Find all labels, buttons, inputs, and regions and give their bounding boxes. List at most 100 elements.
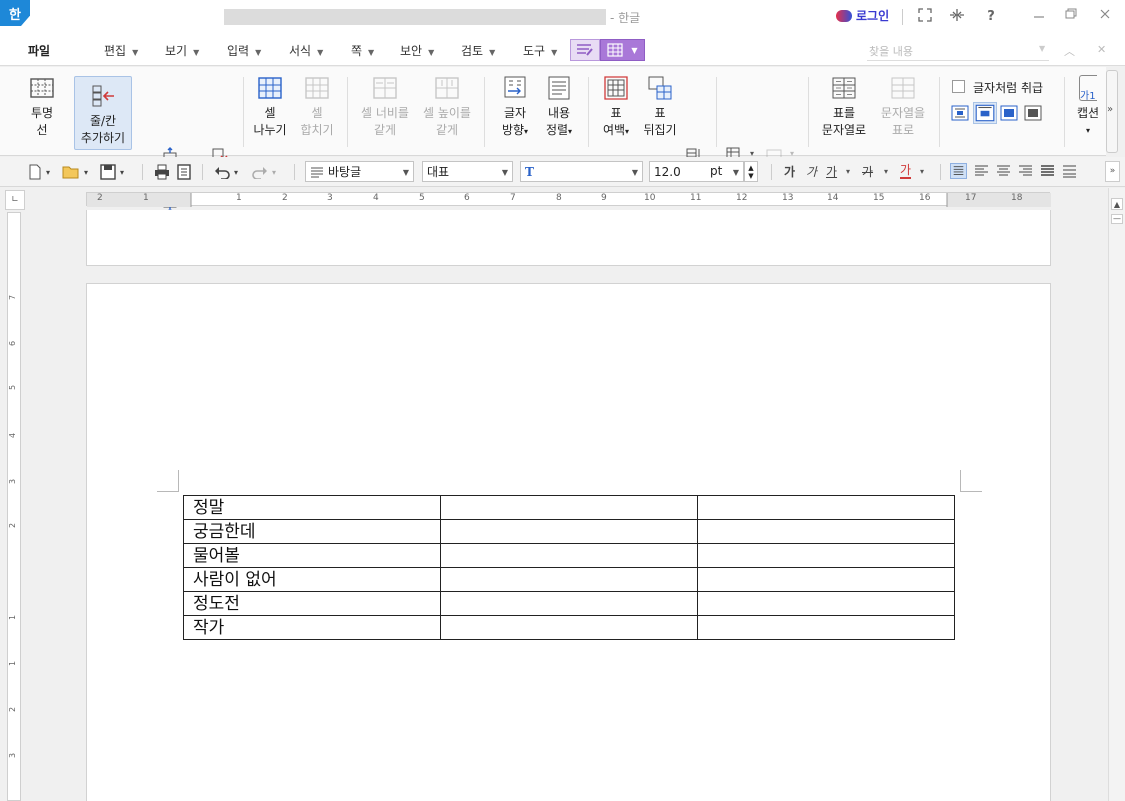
undo-icon[interactable]: ▾ [214,163,238,181]
align-right-icon[interactable] [1017,163,1034,179]
wrap-behind-icon[interactable] [999,104,1019,122]
menu-review[interactable]: 검토 ▼ [461,42,495,59]
split-cell-button[interactable]: 셀 나누기 [251,75,289,139]
strike-button[interactable]: 가 [862,163,873,180]
table-cell[interactable] [440,567,698,592]
double-chevron-right-icon[interactable]: » [1107,104,1113,115]
save-icon[interactable]: ▾ [100,163,124,181]
table-cell[interactable] [697,615,955,640]
table-cell[interactable]: 정말 [183,495,441,520]
table-cell[interactable]: 작가 [183,615,441,640]
style-select[interactable]: 바탕글 ▼ [305,161,414,182]
table-cell[interactable] [697,543,955,568]
wrap-square-icon[interactable] [950,104,970,122]
table-cell[interactable] [440,543,698,568]
equal-width-button[interactable]: 셀 너비를 같게 [356,75,414,139]
align-left-icon[interactable] [973,163,990,179]
font-size-spinner[interactable]: ▲ ▼ [744,161,758,182]
minimize-icon[interactable] [1030,8,1048,26]
align-justify-icon[interactable] [950,163,967,179]
menu-tools[interactable]: 도구 ▼ [523,42,557,59]
table-cell[interactable] [440,519,698,544]
print-preview-icon[interactable] [176,163,192,181]
table-cell[interactable] [697,591,955,616]
underline-button[interactable]: 가 [826,163,837,180]
bold-button[interactable]: 가 [784,163,795,180]
text-to-table-button[interactable]: 문자열을 표로 [876,75,930,139]
table-layout-tab[interactable]: ▼ [600,39,645,61]
table-design-tab[interactable] [570,39,600,61]
table-cell[interactable]: 궁금한데 [183,519,441,544]
ruler-number: 9 [601,193,607,203]
table-cell[interactable]: 사람이 없어 [183,567,441,592]
ruler-number: 18 [1011,193,1023,203]
table-flip-button[interactable]: 표 뒤집기 [640,75,680,139]
vertical-ruler[interactable]: 7 6 5 4 3 2 1 1 2 3 [7,212,21,801]
help-icon[interactable]: ? [982,8,1000,26]
align-center-icon[interactable] [995,163,1012,179]
menu-security[interactable]: 보안 ▼ [400,42,434,59]
chevron-down-icon[interactable]: ▾ [846,167,850,176]
add-row-col-button[interactable]: 줄/칸 추가하기 [74,76,132,150]
table-cell[interactable] [440,495,698,520]
table-cell[interactable] [697,567,955,592]
tab-type-icon[interactable]: ∟ [5,190,25,210]
login-button[interactable]: 로그인 [836,7,889,24]
horizontal-ruler[interactable]: 2 1 1 2 3 4 5 6 7 8 9 10 11 12 13 14 15 … [86,192,1051,207]
chevron-down-icon[interactable]: ▾ [920,167,924,176]
table-icon [30,78,54,98]
menu-insert[interactable]: 입력 ▼ [227,42,261,59]
pin-icon[interactable] [948,8,966,26]
font-color-button[interactable]: 가 [900,163,912,179]
fullscreen-icon[interactable] [916,8,934,26]
table-cell[interactable] [440,615,698,640]
vertical-scrollbar[interactable]: ▲ — [1108,188,1125,801]
treat-as-char-checkbox[interactable] [952,80,965,93]
menu-view[interactable]: 보기 ▼ [165,42,199,59]
chevron-down-icon[interactable]: ▾ [884,167,888,176]
app-logo-icon[interactable]: 한 [0,0,30,26]
wrap-topbottom-icon[interactable] [973,102,997,124]
table-to-text-button[interactable]: 표를 문자열로 [818,75,870,139]
menu-page[interactable]: 쪽 ▼ [351,42,374,59]
merge-cell-button[interactable]: 셀 합치기 [297,75,337,139]
close-doc-icon[interactable]: ✕ [1097,43,1106,56]
restore-icon[interactable] [1062,8,1080,26]
table-margin-button[interactable]: 표 여백▾ [598,75,634,140]
table-cell[interactable]: 정도전 [183,591,441,616]
scroll-thumb[interactable]: — [1111,214,1123,224]
caption-button[interactable]: 가1 캡션 ▾ [1072,75,1104,139]
paragraph-style-icon [311,167,323,177]
text-direction-button[interactable]: 글자 방향▾ [496,75,534,140]
align-distribute-icon[interactable] [1039,163,1056,179]
equal-height-button[interactable]: 셀 높이를 같게 [418,75,476,139]
print-icon[interactable] [154,163,170,181]
font-name-select[interactable]: T ▼ [520,161,643,182]
menu-edit[interactable]: 편집 ▼ [104,42,138,59]
search-input[interactable]: 찾을 내용 [867,39,1049,61]
toolbar-more-icon[interactable]: » [1105,161,1120,182]
content-align-button[interactable]: 내용 정렬▾ [540,75,578,140]
table-cell[interactable] [697,495,955,520]
menu-format[interactable]: 서식 ▼ [289,42,323,59]
table-row: 정도전 [183,591,955,616]
scroll-up-icon[interactable]: ▲ [1111,198,1123,210]
redo-icon[interactable]: ▾ [252,163,276,181]
document-table[interactable]: 정말 궁금한데 물어볼 사람이 없어 정도전 작가 [183,495,955,640]
align-divide-icon[interactable] [1061,163,1078,179]
font-lang-select[interactable]: 대표 ▼ [422,161,513,182]
close-icon[interactable] [1096,8,1114,26]
font-size-input[interactable]: 12.0 pt ▼ [649,161,744,182]
table-cell[interactable] [697,519,955,544]
collapse-ribbon-icon[interactable]: ︿ [1064,43,1075,59]
new-document-icon[interactable]: ▾ [28,163,50,181]
table-cell[interactable]: 물어볼 [183,543,441,568]
chevron-down-icon[interactable]: ▼ [1039,44,1045,53]
transparent-line-button[interactable]: 투명 선 [26,75,58,139]
wrap-front-icon[interactable] [1023,104,1043,122]
open-folder-icon[interactable]: ▾ [62,163,88,181]
previous-page[interactable] [86,210,1051,266]
table-cell[interactable] [440,591,698,616]
italic-button[interactable]: 가 [806,163,817,180]
menu-file[interactable]: 파일 [28,42,50,59]
